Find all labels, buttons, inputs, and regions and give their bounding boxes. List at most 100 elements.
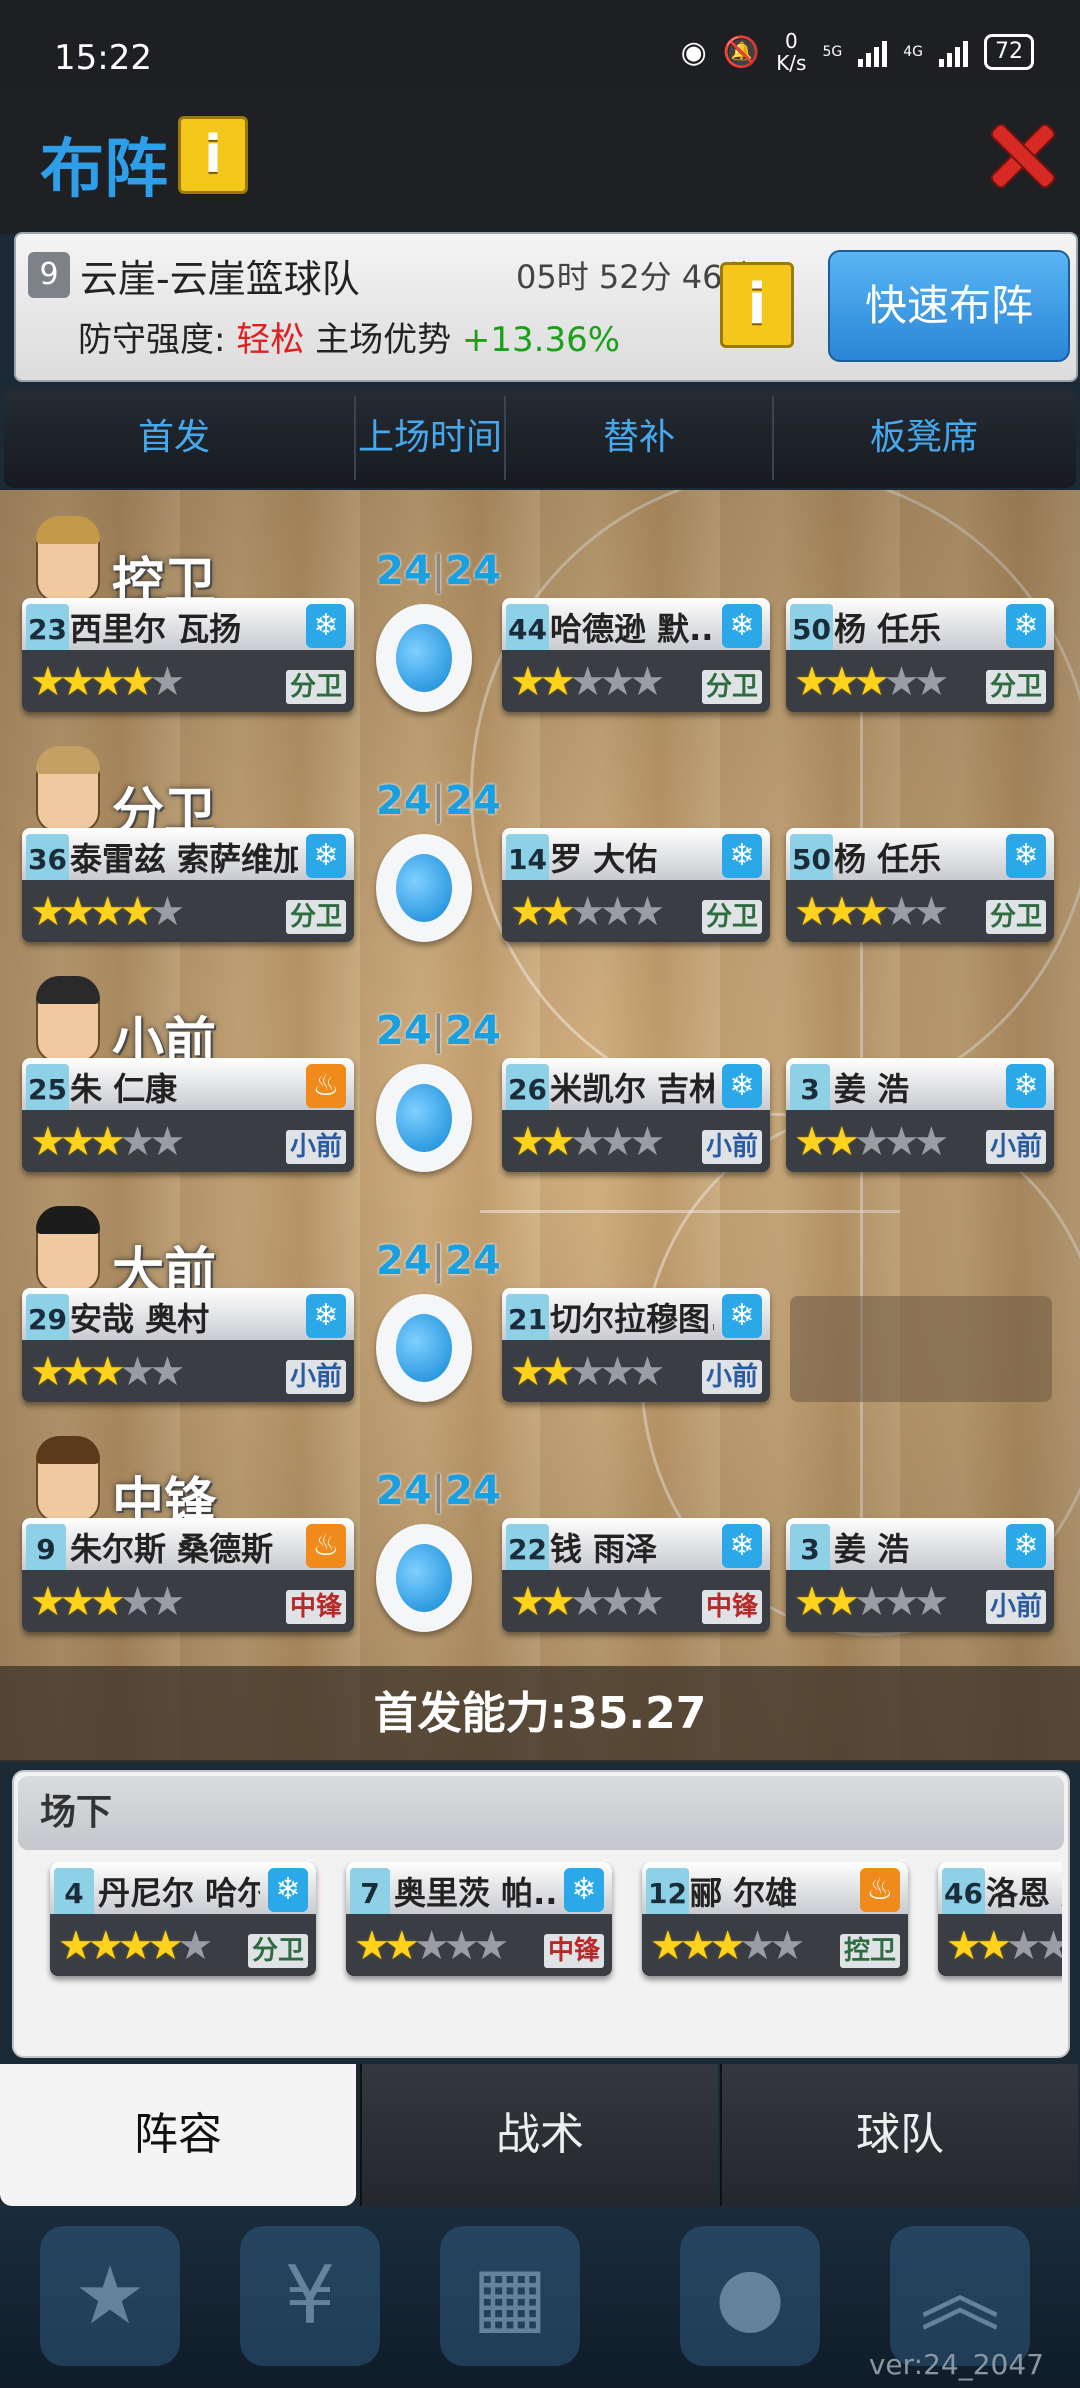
net-speed: 0 K/s [776, 29, 807, 75]
star-icon: ★ [413, 1923, 450, 1969]
tab-lineup[interactable]: 阵容 [0, 2064, 356, 2206]
home-advantage-value: +13.36% [461, 320, 621, 360]
player-card[interactable]: 22 钱 雨泽 ❄ ★★★★★ 中锋 [502, 1518, 770, 1632]
player-card[interactable]: 46洛恩 威❄★★★★★ [938, 1862, 1062, 1976]
player-rating: ★★★★★ [510, 892, 665, 932]
player-name: 米凯尔 吉林 [550, 1070, 714, 1108]
close-icon[interactable] [990, 124, 1054, 188]
player-card[interactable]: 3姜 浩 ❄ ★★★★★ 小前 [786, 1518, 1054, 1632]
player-rating: ★★★★★ [58, 1926, 213, 1966]
player-card[interactable]: 3姜 浩 ❄ ★★★★★ 小前 [786, 1058, 1054, 1172]
star-icon: ★ [975, 1923, 1012, 1969]
player-card[interactable]: 50 杨 任乐 ❄ ★★★★★ 分卫 [786, 828, 1054, 942]
player-card[interactable]: 36 泰雷兹 索萨维加 ❄ ★★★★★ 分卫 [22, 828, 354, 942]
player-name: 杨 任乐 [834, 840, 942, 878]
playing-time-knob[interactable] [376, 1524, 472, 1632]
position-badge: 分卫 [985, 670, 1046, 704]
player-rating: ★★★★★ [510, 1349, 665, 1395]
tab-tactics[interactable]: 战术 [360, 2064, 718, 2206]
empty-bench-slot[interactable] [790, 1296, 1052, 1402]
status-icons: ◉ 🔕 0 K/s 5G 4G 72 [681, 30, 1034, 74]
jersey-number: 50 [790, 834, 833, 880]
col-minutes: 上场时间 [357, 417, 502, 458]
player-rating: ★★★★★ [794, 1579, 949, 1625]
player-rating: ★★★★★ [30, 1349, 185, 1395]
player-name: 西里尔 瓦扬 [70, 610, 242, 648]
jersey-number: 25 [26, 1064, 69, 1110]
player-card[interactable]: 25 朱 仁康 ♨ ★★★★★ 小前 [22, 1058, 354, 1172]
player-name: 郦 尔雄 [690, 1874, 798, 1912]
player-rating: ★★★★★ [794, 662, 949, 702]
player-card[interactable]: 50 杨 任乐 ❄ ★★★★★ 分卫 [786, 598, 1054, 712]
defense-row: 防守强度: 轻松 主场优势 +13.36% [78, 320, 621, 360]
position-badge: 分卫 [285, 900, 346, 934]
star-icon: ★ [40, 2226, 180, 2366]
star-icon: ★ [794, 1119, 830, 1165]
player-card[interactable]: 4 丹尼尔 哈尔 ❄ ★★★★★ 分卫 [50, 1862, 316, 1976]
position-badge: 小前 [285, 1360, 346, 1394]
position-badge: 控卫 [839, 1934, 900, 1968]
star-icon: ★ [89, 1349, 126, 1395]
background-menu: ★ ¥ ▦ ● ︽ ver:24_2047 [0, 2206, 1080, 2388]
tab-team[interactable]: 球队 [720, 2064, 1078, 2206]
signal-icon-2 [939, 37, 968, 67]
playing-time: 24|24 [376, 1008, 501, 1054]
cold-streak-icon: ❄ [722, 834, 762, 878]
court-icon: ▦ [440, 2226, 580, 2366]
player-rating: ★★★★★ [510, 1582, 665, 1622]
playing-time-knob[interactable] [376, 604, 472, 712]
star-icon: ★ [119, 889, 156, 935]
sim2-label: 4G [903, 44, 923, 60]
star-icon: ★ [823, 1579, 860, 1625]
player-card[interactable]: 9 朱尔斯 桑德斯 ♨ ★★★★★ 中锋 [22, 1518, 354, 1632]
jersey-number: 12 [646, 1868, 689, 1914]
player-rating: ★★★★★ [30, 889, 185, 935]
player-rating: ★★★★★ [946, 1926, 1062, 1966]
position-badge: 中锋 [701, 1590, 762, 1624]
player-card[interactable]: 12 郦 尔雄 ♨ ★★★★★ 控卫 [642, 1862, 908, 1976]
star-icon: ★ [89, 889, 126, 935]
playing-time-knob[interactable] [376, 1064, 472, 1172]
star-icon: ★ [946, 1923, 982, 1969]
player-name: 姜 浩 [834, 1070, 910, 1108]
mute-bell-icon: 🔕 [722, 34, 761, 70]
cold-streak-icon: ❄ [722, 604, 762, 648]
playing-time-knob[interactable] [376, 1294, 472, 1402]
bench-player-list[interactable]: 4 丹尼尔 哈尔 ❄ ★★★★★ 分卫 7 奥里茨 帕... ❄ ★★★★★ 中锋 12 郦 尔雄 ♨ ★… [22, 1862, 1062, 2052]
playing-time: 24|24 [376, 548, 501, 594]
player-card[interactable]: 29 安哉 奥村 ❄ ★★★★★ 小前 [22, 1288, 354, 1402]
star-icon: ★ [569, 1349, 606, 1395]
player-card[interactable]: 23 西里尔 瓦扬 ❄ ★★★★★ 分卫 [22, 598, 354, 712]
jersey-number: 46 [942, 1868, 985, 1914]
position-badge: 分卫 [701, 670, 762, 704]
star-icon: ★ [539, 1349, 576, 1395]
bench-title: 场下 [40, 1792, 113, 1833]
player-card[interactable]: 44 哈德逊 默... ❄ ★★★★★ 分卫 [502, 598, 770, 712]
star-icon: ★ [30, 1119, 66, 1165]
player-card[interactable]: 14 罗 大佑 ❄ ★★★★★ 分卫 [502, 828, 770, 942]
player-name: 罗 大佑 [550, 840, 658, 878]
star-icon: ★ [89, 1119, 126, 1165]
info-icon[interactable]: i [178, 116, 248, 194]
player-card[interactable]: 26 米凯尔 吉林 ❄ ★★★★★ 小前 [502, 1058, 770, 1172]
star-icon: ★ [510, 659, 546, 705]
star-icon: ★ [794, 1579, 830, 1625]
team-info-icon[interactable]: i [720, 262, 794, 348]
version-label: ver:24_2047 [868, 2348, 1044, 2381]
col-bench: 板凳席 [869, 417, 978, 458]
jersey-number: 3 [790, 1524, 830, 1570]
player-name: 奥里茨 帕... [394, 1874, 556, 1912]
player-avatar [36, 976, 100, 1062]
star-icon: ★ [823, 1119, 860, 1165]
playing-time-knob[interactable] [376, 834, 472, 942]
sim1-label: 5G [822, 44, 843, 60]
cold-streak-icon: ❄ [722, 1064, 762, 1108]
clock: 15:22 [54, 38, 152, 78]
jersey-number: 14 [506, 834, 549, 880]
player-card[interactable]: 21切尔拉穆图...❄★★★★★小前 [502, 1288, 770, 1402]
status-bar: 15:22 ◉ 🔕 0 K/s 5G 4G 72 [0, 0, 1080, 90]
cold-streak-icon: ❄ [268, 1868, 308, 1912]
quick-lineup-button[interactable]: 快速布阵 [828, 250, 1070, 362]
player-card[interactable]: 7 奥里茨 帕... ❄ ★★★★★ 中锋 [346, 1862, 612, 1976]
jersey-number: 44 [506, 604, 549, 650]
